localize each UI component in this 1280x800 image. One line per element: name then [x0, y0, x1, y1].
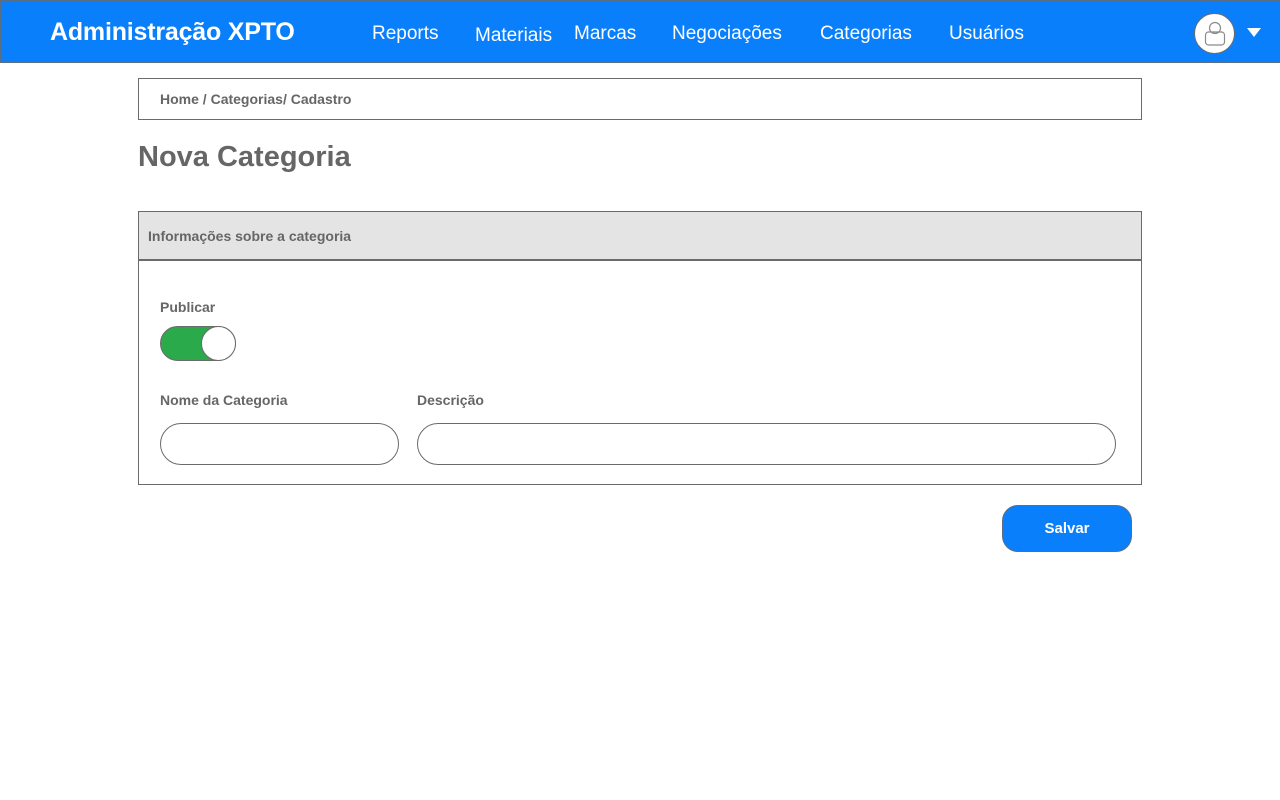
- breadcrumb-separator: /: [282, 91, 291, 107]
- description-label: Descrição: [417, 392, 484, 408]
- save-button[interactable]: Salvar: [1002, 505, 1132, 552]
- breadcrumb-current: Cadastro: [290, 91, 352, 107]
- nav-item-marcas[interactable]: Marcas: [574, 23, 636, 45]
- category-info-panel: Informações sobre a categoria Publicar N…: [138, 211, 1142, 485]
- user-avatar-icon: [1204, 21, 1226, 46]
- panel-header: Informações sobre a categoria: [139, 212, 1141, 261]
- category-name-label: Nome da Categoria: [160, 392, 288, 408]
- user-avatar[interactable]: [1194, 13, 1235, 54]
- nav-item-usuarios[interactable]: Usuários: [949, 23, 1024, 45]
- page-title: Nova Categoria: [138, 141, 351, 173]
- top-navbar: Administração XPTO Reports Materiais Mar…: [0, 0, 1280, 63]
- publish-toggle[interactable]: [160, 326, 236, 361]
- nav-item-negociacoes[interactable]: Negociações: [672, 23, 782, 45]
- nav-item-materiais[interactable]: Materiais: [475, 25, 552, 47]
- description-input[interactable]: [417, 423, 1116, 465]
- nav-item-categorias[interactable]: Categorias: [820, 23, 912, 45]
- breadcrumb-categorias[interactable]: Categorias: [211, 91, 283, 107]
- breadcrumb-home[interactable]: Home: [160, 91, 199, 107]
- toggle-knob: [201, 326, 236, 361]
- caret-down-icon[interactable]: [1247, 28, 1261, 37]
- publish-label: Publicar: [160, 299, 216, 315]
- nav-item-reports[interactable]: Reports: [372, 23, 439, 45]
- app-title[interactable]: Administração XPTO: [50, 18, 295, 47]
- breadcrumb: Home / Categorias/ Cadastro: [138, 78, 1142, 120]
- category-name-input[interactable]: [160, 423, 399, 465]
- breadcrumb-separator: /: [198, 91, 211, 107]
